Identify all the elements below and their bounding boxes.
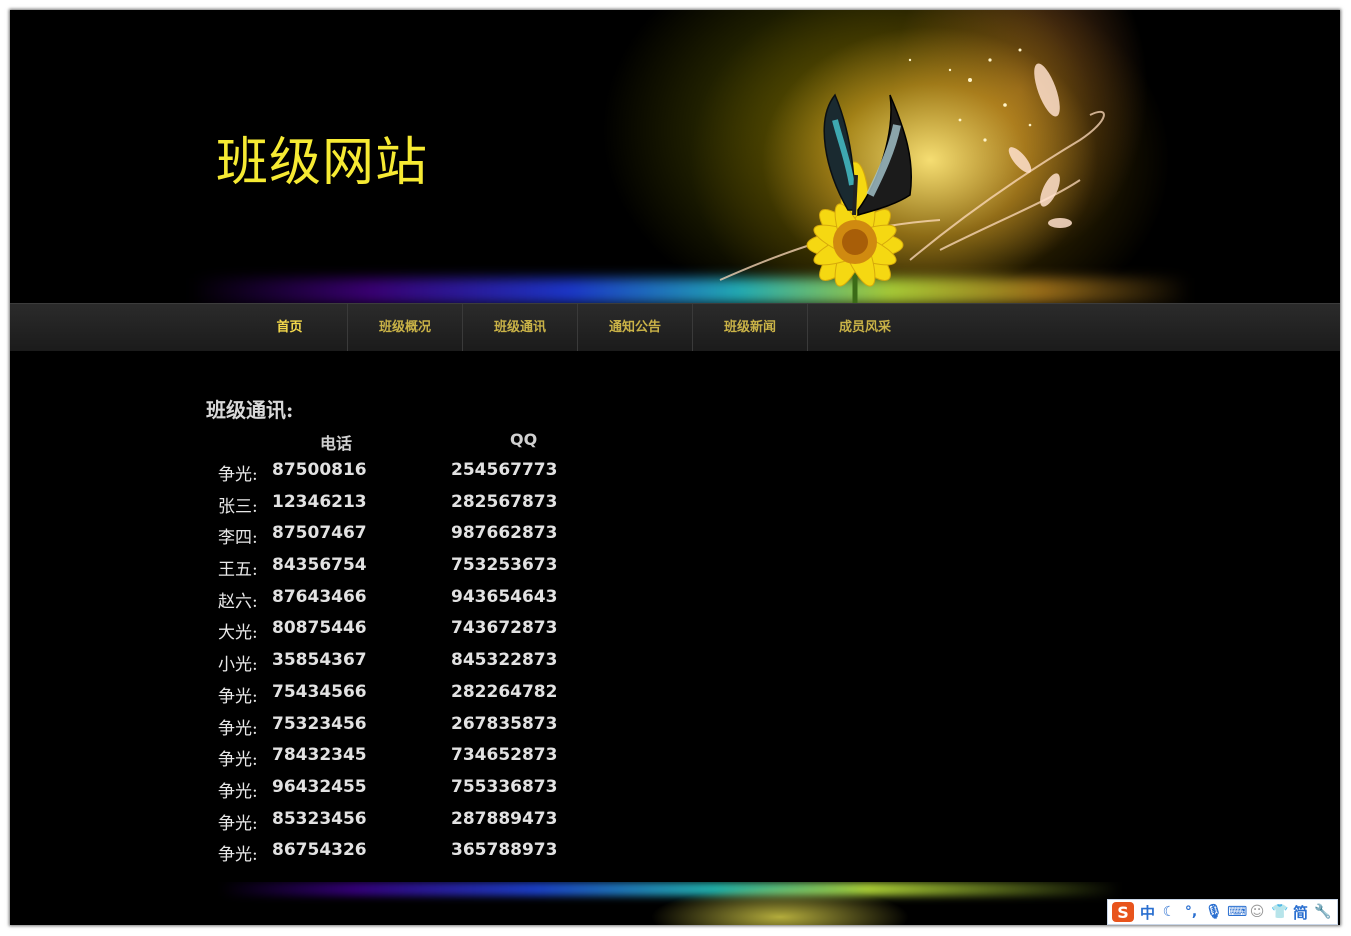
- contact-name: 争光:: [218, 465, 258, 485]
- nav-item-class-overview[interactable]: 班级概况: [347, 304, 462, 351]
- moon-icon[interactable]: ☾: [1161, 902, 1177, 922]
- contact-phone: 87643466: [272, 586, 367, 607]
- contact-name: 李四:: [218, 528, 258, 549]
- contact-row: 争光: 96432455 755336873: [218, 775, 638, 807]
- contact-phone: 87507467: [272, 523, 367, 544]
- column-header-qq: QQ: [510, 430, 538, 449]
- contact-qq: 943654643: [451, 586, 558, 607]
- contact-phone: 84356754: [272, 555, 367, 576]
- contact-row: 争光: 87500816 254567773: [218, 458, 638, 490]
- contact-row: 张三: 12346213 282567873: [218, 490, 638, 522]
- contact-row: 争光: 75323456 267835873: [218, 712, 638, 744]
- contact-row: 争光: 75434566 282264782: [218, 680, 638, 712]
- contact-qq: 282264782: [451, 681, 558, 702]
- contact-name: 争光:: [218, 750, 258, 771]
- contact-qq: 287889473: [451, 808, 558, 829]
- contact-row: 争光: 85323456 287889473: [218, 807, 638, 839]
- user-icon[interactable]: ☺: [1249, 902, 1265, 922]
- contact-qq: 987662873: [451, 523, 558, 544]
- contact-phone: 85323456: [272, 808, 367, 829]
- contact-row: 争光: 86754326 365788973: [218, 838, 638, 870]
- contact-name: 争光:: [218, 781, 258, 802]
- contact-row: 大光: 80875446 743672873: [218, 616, 638, 648]
- header-banner: 班级网站: [10, 10, 1340, 303]
- contact-name: 王五:: [218, 560, 258, 581]
- contact-qq: 845322873: [451, 650, 558, 671]
- shirt-icon[interactable]: 👕: [1271, 902, 1288, 922]
- contact-name: 争光:: [218, 845, 258, 866]
- contact-row: 李四: 87507467 987662873: [218, 521, 638, 553]
- section-title: 班级通讯:: [206, 398, 294, 422]
- column-header-phone: 电话: [320, 434, 353, 453]
- contact-name: 大光:: [218, 623, 258, 644]
- punctuation-icon[interactable]: °,: [1183, 902, 1199, 922]
- page-frame: 班级网站 首页 班级概况 班级通讯 通知公告 班级新闻 成员风采 班级通讯: 电…: [10, 10, 1340, 925]
- contact-qq: 753253673: [451, 555, 558, 576]
- contact-list: 争光: 87500816 254567773 张三: 12346213 28256787…: [218, 458, 638, 870]
- contact-phone: 87500816: [272, 460, 367, 480]
- contact-name: 争光:: [218, 813, 258, 834]
- contact-row: 争光: 78432345 734652873: [218, 743, 638, 775]
- footer-flower-glow: [650, 887, 910, 925]
- contact-name: 争光:: [218, 718, 258, 739]
- ime-toolbar: S 中 ☾ °, 🎙 ⌨ ☺ 👕 简 🔧: [1107, 899, 1338, 925]
- contact-qq: 755336873: [451, 776, 558, 797]
- contact-phone: 80875446: [272, 618, 367, 639]
- contact-qq: 743672873: [451, 618, 558, 639]
- contact-qq: 365788973: [451, 840, 558, 861]
- wrench-icon[interactable]: 🔧: [1314, 902, 1331, 922]
- contact-qq: 254567773: [451, 460, 558, 480]
- contact-row: 赵六: 87643466 943654643: [218, 585, 638, 617]
- nav-item-class-news[interactable]: 班级新闻: [692, 304, 807, 351]
- simplified-button[interactable]: 简: [1293, 902, 1308, 923]
- nav-item-members[interactable]: 成员风采: [807, 304, 922, 351]
- contact-row: 小光: 35854367 845322873: [218, 648, 638, 680]
- contact-phone: 86754326: [272, 840, 367, 861]
- butterfly-flower-illustration: [719, 48, 1105, 303]
- contact-phone: 75323456: [272, 713, 367, 734]
- contact-row: 王五: 84356754 753253673: [218, 553, 638, 585]
- nav-item-home[interactable]: 首页: [232, 304, 347, 351]
- contact-name: 赵六:: [218, 591, 258, 612]
- contact-qq: 282567873: [451, 491, 558, 512]
- ime-mode-button[interactable]: 中: [1140, 902, 1155, 923]
- contact-name: 张三:: [218, 496, 258, 517]
- site-title: 班级网站: [216, 133, 429, 193]
- contact-phone: 78432345: [272, 745, 367, 766]
- sogou-logo-icon[interactable]: S: [1112, 902, 1134, 922]
- nav-item-class-contacts[interactable]: 班级通讯: [462, 304, 577, 351]
- microphone-icon[interactable]: 🎙: [1205, 902, 1223, 922]
- contact-name: 小光:: [218, 655, 258, 676]
- main-nav: 首页 班级概况 班级通讯 通知公告 班级新闻 成员风采: [10, 303, 1340, 351]
- keyboard-icon[interactable]: ⌨: [1227, 902, 1247, 922]
- contact-phone: 96432455: [272, 776, 367, 797]
- nav-item-notices[interactable]: 通知公告: [577, 304, 692, 351]
- contact-name: 争光:: [218, 686, 258, 707]
- contact-phone: 35854367: [272, 650, 367, 671]
- contact-phone: 12346213: [272, 491, 367, 512]
- contact-phone: 75434566: [272, 681, 367, 702]
- contact-qq: 734652873: [451, 745, 558, 766]
- contact-qq: 267835873: [451, 713, 558, 734]
